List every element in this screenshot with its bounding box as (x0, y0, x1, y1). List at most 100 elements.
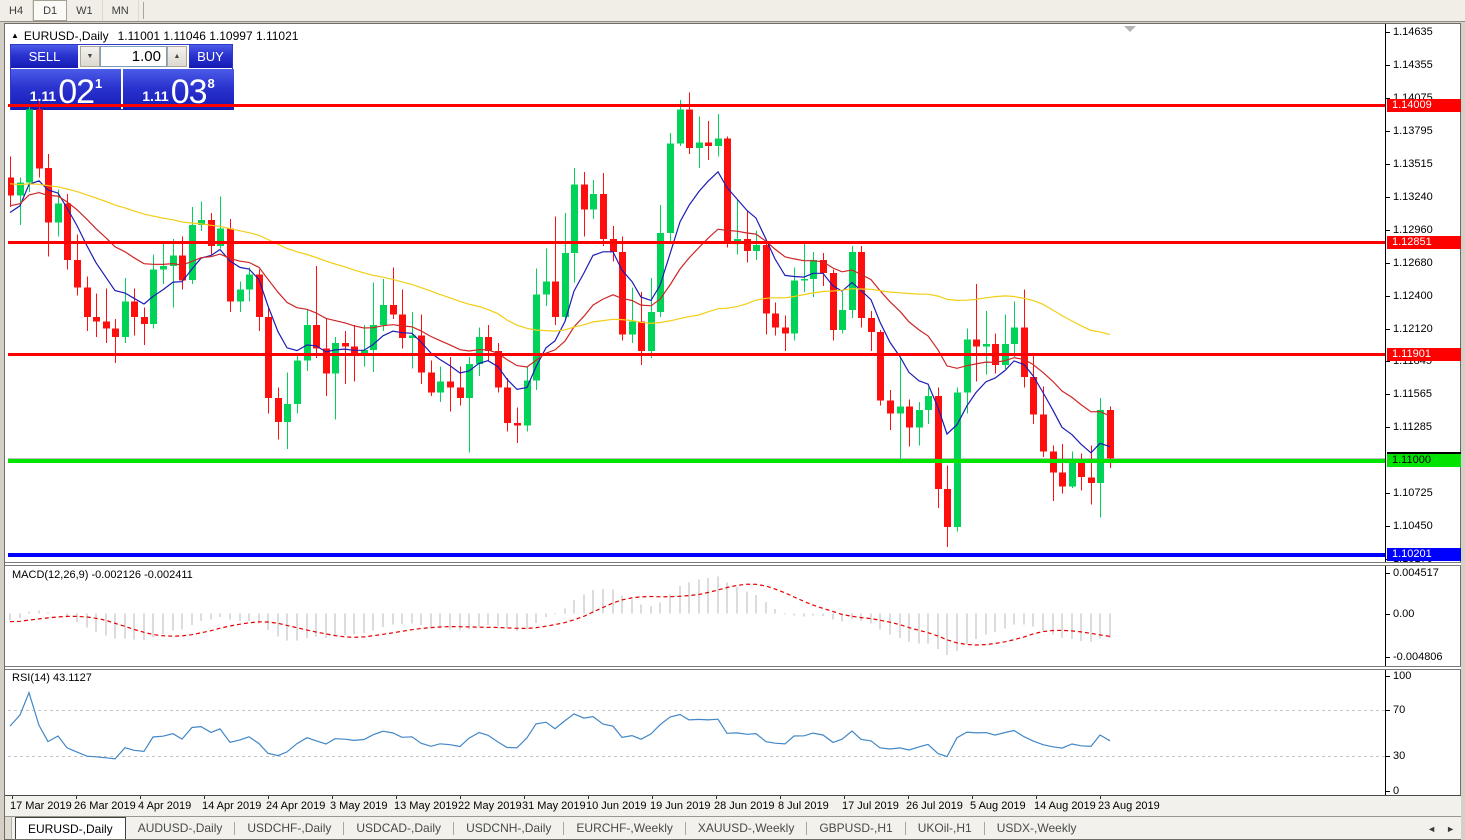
rsi-tick-label: 70 (1393, 704, 1406, 716)
candle-body (1030, 377, 1037, 415)
candle-body (753, 244, 760, 251)
tab-xauusd-weekly[interactable]: XAUUSD-,Weekly (686, 817, 806, 839)
candle-wick (115, 319, 116, 363)
candle-body (141, 316, 148, 324)
date-tick-mark (268, 796, 269, 799)
candle-body (84, 287, 91, 317)
candle-body (1069, 460, 1076, 487)
candle-wick (546, 248, 547, 307)
timeframe-button-d1[interactable]: D1 (33, 0, 68, 21)
date-tick-mark (1036, 796, 1037, 799)
date-tick-mark (588, 796, 589, 799)
rsi-tick-label: 100 (1393, 670, 1412, 682)
chart-tab-bar: EURUSD-,Daily AUDUSD-,Daily USDCHF-,Daily U… (5, 816, 1461, 839)
tab-ukoil-h1[interactable]: UKOil-,H1 (906, 817, 984, 839)
price-tick-label: 1.14355 (1393, 59, 1433, 71)
tab-scroll-left-icon[interactable]: ◄ (1427, 824, 1436, 834)
level-line[interactable] (8, 241, 1385, 244)
candle-body (791, 280, 798, 334)
candle-body (342, 342, 349, 347)
chart-shift-marker-icon[interactable] (1124, 26, 1136, 32)
pane-divider-main-macd[interactable] (5, 562, 1461, 566)
level-line[interactable] (8, 353, 1385, 356)
main-chart-canvas[interactable] (8, 26, 1385, 563)
price-line-label: 1.11000 (1387, 454, 1461, 467)
rsi-tick-label: 30 (1393, 750, 1406, 762)
candle-body (265, 316, 272, 399)
date-label: 26 Mar 2019 (74, 800, 136, 812)
candle-body (1097, 410, 1104, 484)
candle-body (390, 305, 397, 315)
candle-wick (718, 114, 719, 157)
candle-body (122, 301, 129, 337)
candle-body (868, 318, 875, 333)
candle-body (93, 316, 100, 322)
price-tick-label: 1.10450 (1393, 520, 1433, 532)
price-tick-mark (1385, 263, 1390, 264)
candle-body (590, 194, 597, 210)
candle-body (160, 266, 167, 270)
candle-body (763, 244, 770, 314)
macd-chart-canvas[interactable] (8, 566, 1385, 667)
level-line[interactable] (8, 553, 1385, 557)
candle-body (581, 184, 588, 210)
price-tick-mark (1385, 32, 1390, 33)
date-label: 14 Apr 2019 (202, 800, 262, 812)
candle-body (332, 342, 339, 374)
rsi-line (9, 690, 1111, 760)
macd-tick-label: 0.004517 (1393, 567, 1439, 579)
tab-list: EURUSD-,Daily AUDUSD-,Daily USDCHF-,Daily U… (12, 817, 1089, 839)
date-tick-mark (524, 796, 525, 799)
tab-eurchf-weekly[interactable]: EURCHF-,Weekly (564, 817, 684, 839)
date-label: 10 Jun 2019 (586, 800, 647, 812)
tab-usdcnh-daily[interactable]: USDCNH-,Daily (454, 817, 563, 839)
candle-body (667, 143, 674, 234)
candle-wick (699, 116, 700, 169)
tab-usdx-weekly[interactable]: USDX-,Weekly (985, 817, 1089, 839)
candle-body (897, 406, 904, 414)
candle-body (648, 312, 655, 351)
candle-body (552, 281, 559, 317)
tab-usdchf-daily[interactable]: USDCHF-,Daily (235, 817, 343, 839)
date-tick-mark (76, 796, 77, 799)
candle-body (437, 381, 444, 393)
candle-body (227, 228, 234, 302)
rsi-chart-canvas[interactable] (8, 670, 1385, 794)
date-label: 19 Jun 2019 (650, 800, 711, 812)
candle-body (150, 269, 157, 324)
tab-usdcad-daily[interactable]: USDCAD-,Daily (344, 817, 453, 839)
candle-body (428, 372, 435, 393)
date-tick-mark (1100, 796, 1101, 799)
time-axis[interactable]: 17 Mar 2019 26 Mar 2019 4 Apr 2019 14 Apr 2… (5, 795, 1461, 816)
timeframe-buttons: H4 D1 W1 MN (0, 0, 139, 21)
candle-body (810, 260, 817, 280)
candle-wick (747, 210, 748, 263)
level-line[interactable] (8, 459, 1385, 463)
candle-body (74, 260, 81, 288)
date-label: 13 May 2019 (394, 800, 458, 812)
candle-body (485, 336, 492, 352)
macd-tick-mark (1385, 573, 1390, 574)
price-tick-label: 1.13240 (1393, 191, 1433, 203)
candle-body (782, 327, 789, 334)
candle-body (1040, 414, 1047, 452)
candle-wick (412, 312, 413, 369)
pane-divider-macd-rsi[interactable] (5, 666, 1461, 670)
candle-body (772, 313, 779, 328)
tab-audusd-daily[interactable]: AUDUSD-,Daily (126, 817, 235, 839)
candle-wick (986, 311, 987, 375)
candle-body (246, 274, 253, 290)
timeframe-button-h4[interactable]: H4 (0, 0, 34, 21)
date-label: 17 Jul 2019 (842, 800, 899, 812)
tab-scroll-right-icon[interactable]: ► (1446, 824, 1455, 834)
tab-gbpusd-h1[interactable]: GBPUSD-,H1 (807, 817, 904, 839)
tab-eurusd-daily[interactable]: EURUSD-,Daily (15, 817, 126, 839)
candle-body (973, 339, 980, 347)
candle-body (533, 294, 540, 381)
timeframe-button-mn[interactable]: MN (103, 0, 139, 21)
candle-wick (785, 315, 786, 352)
timeframe-button-w1[interactable]: W1 (67, 0, 103, 21)
candle-body (916, 410, 923, 428)
level-line[interactable] (8, 104, 1385, 107)
date-label: 23 Aug 2019 (1098, 800, 1160, 812)
